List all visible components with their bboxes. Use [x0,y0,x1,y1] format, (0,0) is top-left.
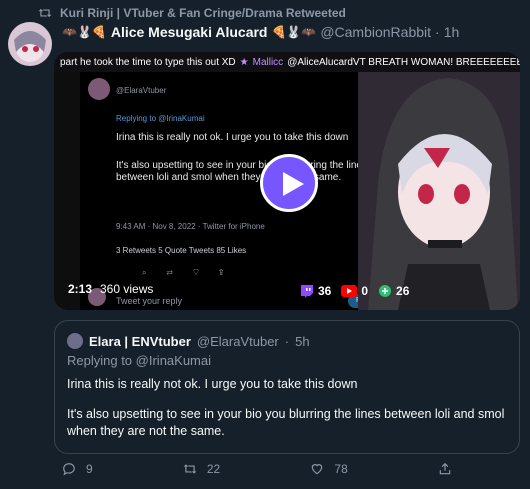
author-avatar[interactable] [8,22,52,66]
dot-separator: · [435,24,440,40]
gift-icon [379,285,392,297]
youtube-icon [341,285,358,297]
embedded-meta: 9:43 AM · Nov 8, 2022 · Twitter for iPho… [116,222,265,231]
quoted-replying: Replying to @IrinaKumai [67,353,507,368]
embedded-stats: 3 Retweets 5 Quote Tweets 85 Likes [116,246,247,255]
heart-icon [312,464,323,475]
reply-count: 9 [86,462,93,476]
retweet-action[interactable]: 22 [183,462,220,476]
other-count: 26 [396,284,410,298]
twitch-count: 36 [318,284,332,298]
video-views: 360 views [100,282,154,296]
twitch-stat: 36 [300,284,331,298]
quoted-tweet-header: Elara | ENVtuber @ElaraVtuber · 5h [67,333,507,349]
quoted-display-name: Elara | ENVtuber [89,333,191,349]
stream-stats-overlay: 36 0 26 [300,284,409,298]
quoted-replying-prefix: Replying to [67,353,133,368]
quoted-text: Irina this is really not ok. I urge you … [67,376,507,440]
banner-right-text: @AliceAlucardVT BREATH WOMAN! BREEEEEEEE… [287,56,520,68]
retweet-banner: Kuri Rinji | VTuber & Fan Cringe/Drama R… [38,6,346,20]
retweet-icon [183,464,197,474]
video-player[interactable]: part he took the time to type this out X… [54,52,520,310]
retweet-banner-text[interactable]: Kuri Rinji | VTuber & Fan Cringe/Drama R… [60,6,346,20]
video-duration: 2:13 [68,282,93,296]
author-handle[interactable]: @CambionRabbit [320,24,431,40]
youtube-stat: 0 [341,284,368,298]
youtube-count: 0 [361,284,369,298]
embedded-replying: Replying to @IrinaKumai [116,114,205,123]
name-suffix-emojis: 🍕🐰🦇 [271,25,317,39]
quoted-handle: @ElaraVtuber [196,333,279,349]
author-display-name[interactable]: Alice Mesugaki Alucard [111,24,268,40]
banner-user: Mallicc [252,56,284,68]
quoted-replying-to: @IrinaKumai [135,353,212,368]
name-prefix-emojis: 🦇🐰🍕 [62,25,107,39]
retweet-count: 22 [206,462,221,476]
avatar-art [8,22,52,66]
tweet-header: 🦇🐰🍕 Alice Mesugaki Alucard 🍕🐰🦇 @CambionR… [62,24,459,40]
retweet-icon [38,8,52,18]
quoted-avatar [67,333,83,349]
share-action[interactable] [438,462,452,476]
other-stat: 26 [378,284,409,298]
quoted-dot: · [284,333,290,349]
embedded-text-1: Irina this is really not ok. I urge you … [116,132,349,143]
reply-action[interactable]: 9 [62,462,93,476]
embedded-tweet-screenshot: @ElaraVtuber Replying to @IrinaKumai Iri… [80,56,382,310]
stream-chat-banner: part he took the time to type this out X… [54,52,520,72]
tweet-actions: 9 22 78 [62,462,452,476]
embedded-reply-placeholder: Tweet your reply [116,296,183,306]
twitch-icon [301,285,313,298]
embedded-action-icons: ⌕ ⇄ ♡ ⇪ [142,268,224,277]
vtuber-model [358,64,520,310]
vtuber-art [358,64,520,310]
play-button[interactable] [260,154,318,212]
quoted-tweet[interactable]: Elara | ENVtuber @ElaraVtuber · 5h Reply… [54,320,520,454]
embedded-avatar [88,78,110,100]
share-icon [439,462,451,475]
quoted-text-paragraph-1: Irina this is really not ok. I urge you … [67,377,358,391]
tweet-time[interactable]: 1h [444,24,460,40]
reply-icon [63,463,75,476]
embedded-text-2: It's also upsetting to see in your bio y… [116,160,367,183]
like-action[interactable]: 78 [310,462,348,476]
quoted-time: 5h [295,333,310,349]
like-count: 78 [334,462,348,476]
embedded-handle: @ElaraVtuber [116,86,167,95]
quoted-text-paragraph-2: It's also upsetting to see in your bio y… [67,407,505,438]
play-icon [283,172,304,196]
star-icon: ★ [239,56,249,68]
banner-left-text: part he took the time to type this out X… [60,56,236,68]
